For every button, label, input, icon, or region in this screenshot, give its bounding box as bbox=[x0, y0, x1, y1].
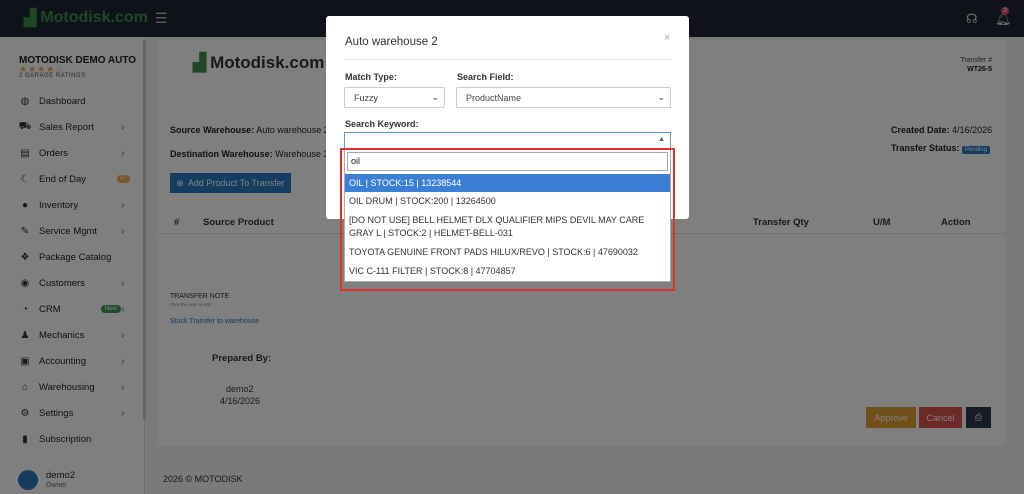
search-field-label: Search Field: bbox=[457, 72, 514, 82]
match-type-select[interactable]: Fuzzy ⌄ bbox=[344, 87, 445, 108]
caret-up-icon: ▲ bbox=[658, 136, 665, 143]
modal-title: Auto warehouse 2 bbox=[345, 36, 438, 48]
match-type-label: Match Type: bbox=[345, 72, 397, 82]
modal-divider bbox=[345, 59, 671, 60]
search-keyword-label: Search Keyword: bbox=[345, 119, 419, 129]
close-icon[interactable]: × bbox=[664, 32, 670, 44]
chevron-down-icon: ⌄ bbox=[657, 92, 665, 102]
highlight-frame bbox=[340, 148, 675, 291]
chevron-down-icon: ⌄ bbox=[431, 92, 439, 102]
search-field-select[interactable]: ProductName ⌄ bbox=[456, 87, 671, 108]
